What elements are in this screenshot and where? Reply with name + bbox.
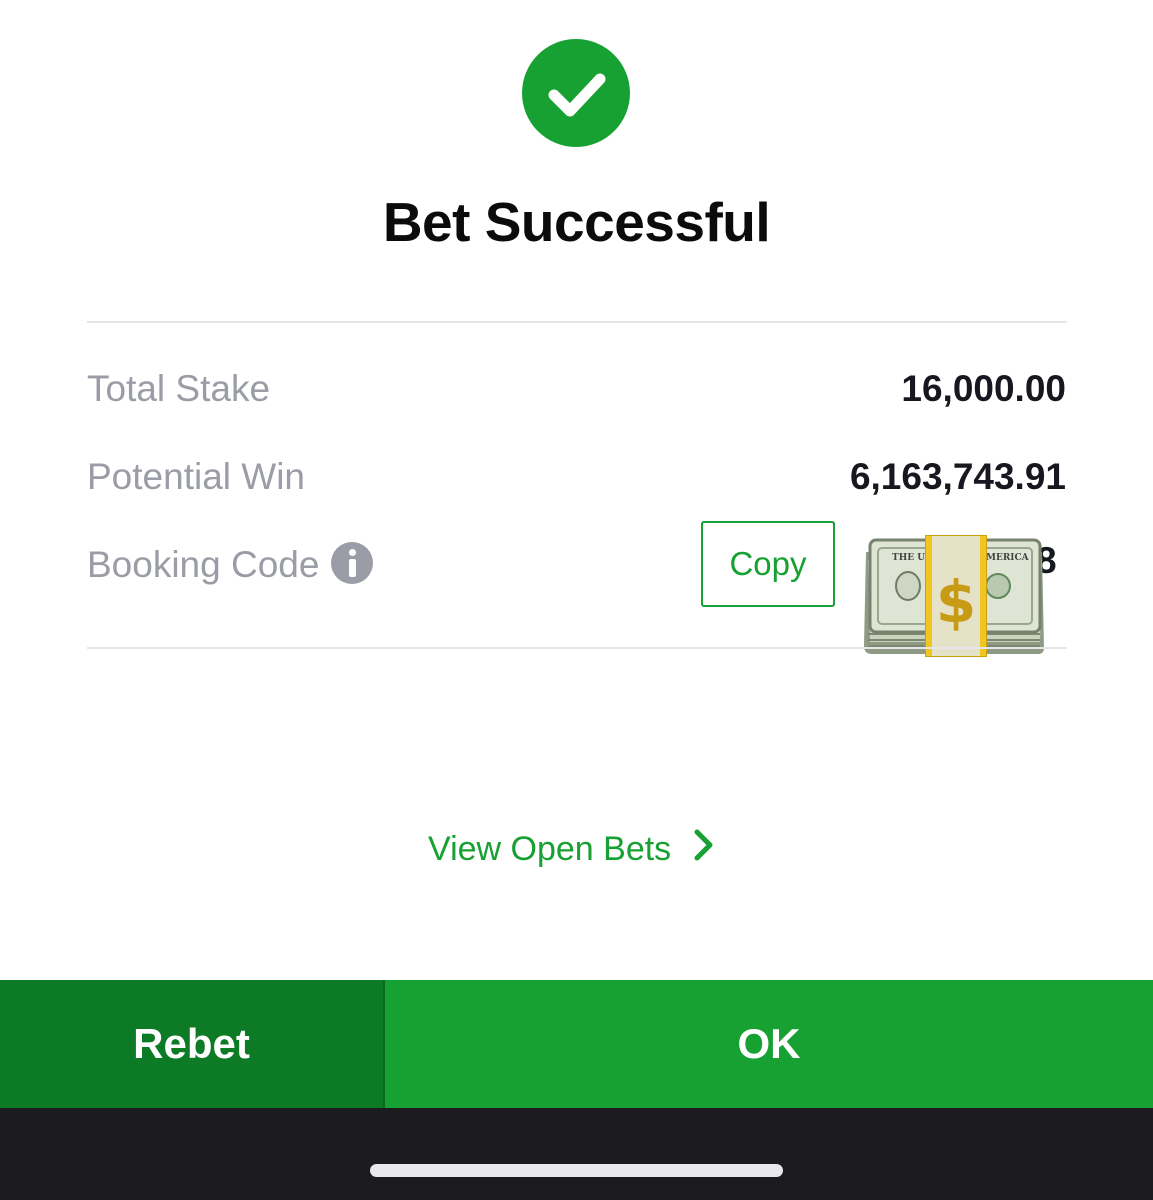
page-title: Bet Successful	[382, 191, 771, 253]
potential-win-label: Potential Win	[87, 456, 305, 497]
view-open-bets-link[interactable]: View Open Bets	[428, 828, 715, 871]
svg-text:MERICA: MERICA	[986, 553, 1030, 563]
svg-text:$: $	[936, 568, 976, 636]
booking-code-row-label: Booking Code	[87, 542, 374, 588]
system-bottom-bar	[0, 1108, 1153, 1200]
bet-success-screen: Bet Successful Total Stake 16,000.00 Pot…	[0, 0, 1153, 1200]
copy-button[interactable]: Copy	[701, 521, 835, 607]
chevron-right-icon	[693, 828, 715, 871]
info-icon[interactable]	[331, 542, 374, 585]
money-stack-emoji: THE UN MERICA $	[860, 530, 1050, 670]
rebet-button[interactable]: Rebet	[0, 980, 383, 1108]
home-indicator[interactable]	[370, 1164, 783, 1177]
view-open-bets-label: View Open Bets	[428, 830, 672, 868]
booking-code-label: Booking Code	[87, 544, 320, 585]
bottom-divider	[87, 647, 1067, 649]
total-stake-label: Total Stake	[87, 368, 271, 409]
potential-win-value: 6,163,743.91	[849, 456, 1066, 497]
check-circle-icon	[522, 39, 630, 147]
top-divider	[87, 321, 1067, 323]
total-stake-value: 16,000.00	[901, 368, 1066, 409]
ok-button[interactable]: OK	[385, 980, 1153, 1108]
